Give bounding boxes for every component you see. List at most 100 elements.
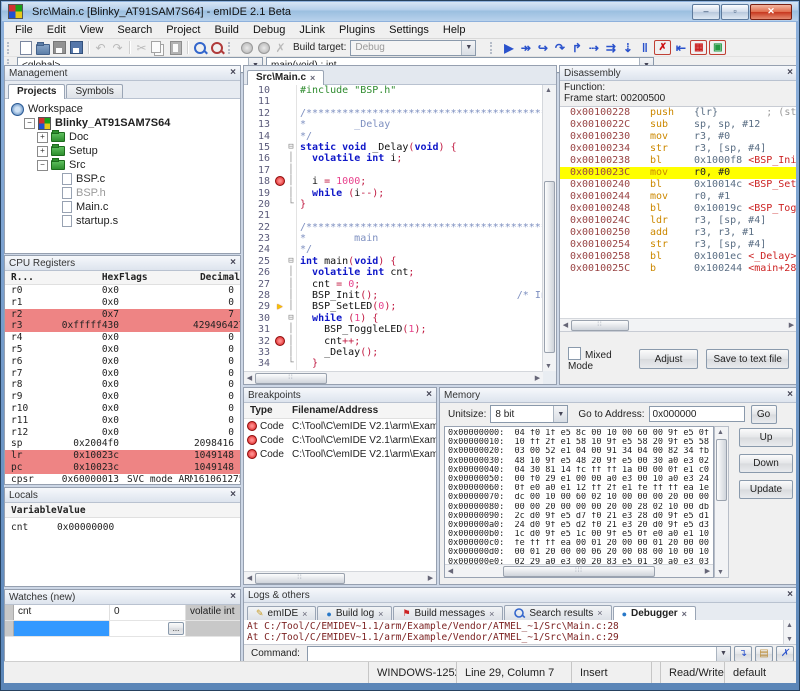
gutter[interactable] bbox=[274, 279, 286, 290]
checkbox-icon[interactable] bbox=[568, 347, 581, 360]
menu-item-jlink[interactable]: JLink bbox=[292, 23, 332, 37]
register-row-r1[interactable]: r10x00 bbox=[5, 297, 240, 309]
menu-item-debug[interactable]: Debug bbox=[246, 23, 292, 37]
compile-icon[interactable] bbox=[238, 40, 255, 55]
breakpoint-icon[interactable] bbox=[274, 176, 286, 187]
close-icon[interactable]: × bbox=[489, 609, 494, 619]
maximize-button[interactable]: ▫ bbox=[721, 4, 749, 20]
log-tab-debugger[interactable]: ●Debugger× bbox=[613, 606, 696, 621]
column-header[interactable]: Hex bbox=[43, 272, 119, 283]
tree-item-bsp-h[interactable]: BSP.h bbox=[7, 186, 238, 200]
register-row-r10[interactable]: r100x00 bbox=[5, 403, 240, 415]
menu-item-build[interactable]: Build bbox=[207, 23, 245, 37]
scroll-down-icon[interactable]: ▼ bbox=[715, 567, 726, 577]
mixed-mode-checkbox[interactable]: Mixed Mode bbox=[568, 347, 631, 372]
memory-vertical-scrollbar[interactable]: ▲ ▼ bbox=[714, 426, 729, 578]
load-history-button[interactable]: ↴ bbox=[734, 646, 752, 662]
breakpoint-row[interactable]: CodeC:\Tool\C\emIDE V2.1\arm\Example\Ven… bbox=[244, 447, 436, 461]
code-line-30[interactable]: 30⊟ while (1) { bbox=[244, 313, 543, 324]
register-row-r11[interactable]: r110x00 bbox=[5, 415, 240, 427]
log-vertical-scrollbar[interactable]: ▲ ▼ bbox=[783, 620, 796, 644]
tree-item-main-c[interactable]: Main.c bbox=[7, 200, 238, 214]
memory-row[interactable]: 0x000000d0: 00 01 20 00 00 06 20 00 08 0… bbox=[448, 548, 713, 557]
open-file-icon[interactable] bbox=[34, 40, 51, 55]
code-line-29[interactable]: 29▶│ BSP_SetLED(0); bbox=[244, 301, 543, 312]
find-replace-icon[interactable] bbox=[208, 40, 225, 55]
disasm-row[interactable]: 0x00100234strr3, [sp, #4] bbox=[560, 143, 796, 155]
scroll-right-icon[interactable]: ▶ bbox=[786, 320, 796, 330]
log-tab-build-log[interactable]: ●Build log× bbox=[317, 606, 392, 620]
code-line-22[interactable]: 22/*************************************… bbox=[244, 222, 543, 233]
local-row-cnt[interactable]: cnt0x00000000 bbox=[5, 521, 240, 534]
gutter[interactable] bbox=[274, 142, 286, 153]
new-file-icon[interactable] bbox=[17, 40, 34, 55]
register-row-lr[interactable]: lr0x10023c1049148 bbox=[5, 450, 240, 462]
disasm-row-current[interactable]: 0x0010023Cmovr0, #0 bbox=[560, 167, 796, 179]
collapse-icon[interactable]: − bbox=[24, 118, 35, 129]
register-row-r6[interactable]: r60x00 bbox=[5, 356, 240, 368]
watch-value[interactable]: ... bbox=[110, 621, 186, 636]
close-icon[interactable]: × bbox=[230, 490, 236, 500]
watch-name[interactable]: cnt bbox=[14, 605, 110, 620]
go-button[interactable]: Go bbox=[751, 405, 777, 424]
code-line-11[interactable]: 11 bbox=[244, 96, 543, 107]
scroll-down-icon[interactable]: ▼ bbox=[543, 361, 554, 371]
column-header[interactable]: Decimal bbox=[193, 272, 240, 283]
watch-row[interactable]: cnt0volatile int bbox=[5, 605, 240, 621]
menu-item-search[interactable]: Search bbox=[110, 23, 159, 37]
gutter[interactable] bbox=[274, 188, 286, 199]
register-row-r9[interactable]: r90x00 bbox=[5, 391, 240, 403]
up-button[interactable]: Up bbox=[739, 428, 793, 447]
disasm-row[interactable]: 0x0010022Csubsp, sp, #12 bbox=[560, 119, 796, 131]
gutter[interactable] bbox=[274, 85, 286, 96]
run-to-cursor-icon[interactable]: ↠ bbox=[517, 40, 534, 55]
column-header[interactable]: Filename/Address bbox=[292, 405, 378, 416]
code-line-27[interactable]: 27│ cnt = 0; bbox=[244, 279, 543, 290]
disasm-row[interactable]: 0x00100254strr3, [sp, #4] bbox=[560, 239, 796, 251]
column-header[interactable]: R... bbox=[5, 272, 43, 283]
code-line-20[interactable]: 20└} bbox=[244, 199, 543, 210]
memory-row[interactable]: 0x00000030: 48 10 9f e5 48 20 9f e5 00 3… bbox=[448, 457, 713, 466]
code-line-15[interactable]: 15⊟static void _Delay(void) { bbox=[244, 142, 543, 153]
tab-symbols[interactable]: Symbols bbox=[66, 84, 122, 98]
memory-dump[interactable]: 0x00000000: 04 f0 1f e5 8c 00 10 00 60 0… bbox=[445, 427, 713, 576]
close-button[interactable]: ✕ bbox=[750, 4, 792, 20]
code-area[interactable]: 10#include "BSP.h"1112/*****************… bbox=[244, 85, 543, 371]
fold-start-icon[interactable]: ⊟ bbox=[286, 142, 297, 153]
disasm-row[interactable]: 0x00100248bl0x10019c <BSP_ToggleLED> bbox=[560, 203, 796, 215]
memory-row[interactable]: 0x000000a0: 24 d0 9f e5 d2 f0 21 e3 20 d… bbox=[448, 521, 713, 530]
close-icon[interactable]: × bbox=[597, 608, 602, 618]
gutter[interactable] bbox=[274, 108, 286, 119]
gutter[interactable] bbox=[274, 290, 286, 301]
disassembly-horizontal-scrollbar[interactable]: ◀ ⦙⦙ ▶ bbox=[560, 318, 796, 331]
gutter[interactable] bbox=[274, 199, 286, 210]
menu-item-help[interactable]: Help bbox=[436, 23, 473, 37]
gutter[interactable] bbox=[274, 131, 286, 142]
memory-row[interactable]: 0x00000000: 04 f0 1f e5 8c 00 10 00 60 0… bbox=[448, 429, 713, 438]
memory-row[interactable]: 0x000000b0: 1c d0 9f e5 1c 00 9f e5 0f e… bbox=[448, 530, 713, 539]
chevron-down-icon[interactable]: ▼ bbox=[461, 41, 475, 55]
save-to-text-file-button[interactable]: Save to text file bbox=[706, 349, 789, 369]
scroll-right-icon[interactable]: ▶ bbox=[425, 573, 436, 583]
disasm-row[interactable]: 0x00100258bl0x1001ec <_Delay> bbox=[560, 251, 796, 263]
step-into-icon[interactable]: ↱ bbox=[568, 40, 585, 55]
breakpoints-horizontal-scrollbar[interactable]: ◀ ⦙⦙ ▶ bbox=[244, 571, 436, 584]
gutter[interactable] bbox=[274, 324, 286, 335]
code-line-24[interactable]: 24*/ bbox=[244, 244, 543, 255]
editor-horizontal-scrollbar[interactable]: ◀ ⦙⦙ ▶ bbox=[244, 371, 543, 384]
close-icon[interactable]: × bbox=[302, 609, 307, 619]
log-tab-build-messages[interactable]: ⚑Build messages× bbox=[393, 606, 503, 620]
clear-log-button[interactable]: ✗ bbox=[776, 646, 794, 662]
disassembly-listing[interactable]: 0x00100228push{lr} ; (str0x0010022Csubsp… bbox=[560, 107, 796, 275]
register-row-r2[interactable]: r20x77 bbox=[5, 309, 240, 321]
gutter[interactable] bbox=[274, 119, 286, 130]
scroll-right-icon[interactable]: ▶ bbox=[532, 373, 543, 383]
paste-icon[interactable] bbox=[167, 40, 184, 55]
memory-horizontal-scrollbar[interactable]: ◀ ⦙⦙⦙ ▶ bbox=[445, 564, 713, 577]
tree-item-blinky-at91sam7s64[interactable]: −Blinky_AT91SAM7S64 bbox=[7, 116, 238, 130]
register-row-r0[interactable]: r00x00 bbox=[5, 285, 240, 297]
tab-projects[interactable]: Projects bbox=[8, 84, 65, 99]
menu-item-edit[interactable]: Edit bbox=[40, 23, 73, 37]
close-icon[interactable]: × bbox=[230, 592, 236, 602]
breakpoint-row[interactable]: CodeC:\Tool\C\emIDE V2.1\arm\Example\Ven… bbox=[244, 433, 436, 447]
